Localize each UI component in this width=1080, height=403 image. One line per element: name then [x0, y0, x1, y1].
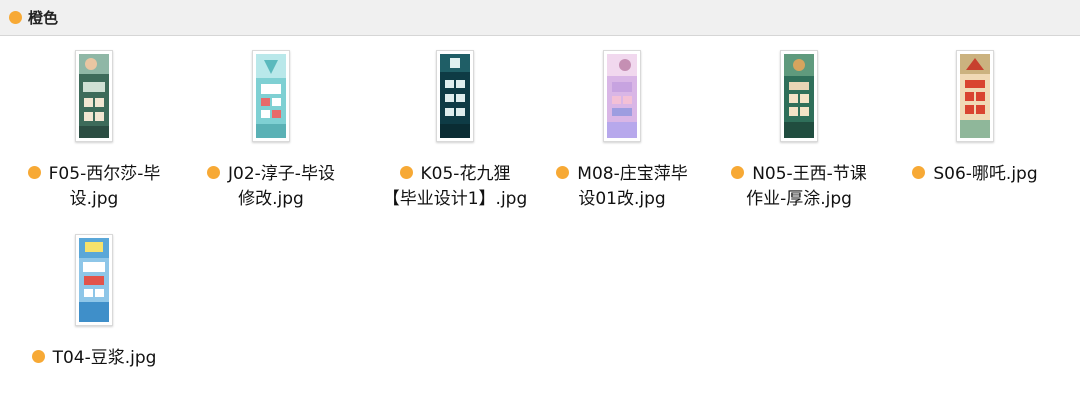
image-thumbnail[interactable]: [75, 50, 113, 142]
image-thumbnail[interactable]: [603, 50, 641, 142]
file-name[interactable]: N05-王西-节课 作业-厚涂.jpg: [711, 162, 887, 212]
image-thumbnail[interactable]: [252, 50, 290, 142]
orange-tag-dot-icon: [556, 166, 570, 179]
image-thumbnail[interactable]: [75, 234, 113, 326]
file-item[interactable]: K05-花九狸 【毕业设计1】.jpg: [367, 36, 543, 212]
image-thumbnail[interactable]: [780, 50, 818, 142]
file-item[interactable]: F05-西尔莎-毕 设.jpg: [6, 36, 182, 212]
orange-tag-dot-icon: [399, 166, 413, 179]
orange-tag-dot-icon: [9, 11, 22, 24]
file-name[interactable]: F05-西尔莎-毕 设.jpg: [6, 162, 182, 212]
file-item[interactable]: J02-淳子-毕设 修改.jpg: [183, 36, 359, 212]
file-name[interactable]: K05-花九狸 【毕业设计1】.jpg: [367, 162, 543, 212]
image-thumbnail[interactable]: [436, 50, 474, 142]
tag-title: 橙色: [28, 9, 59, 27]
file-item[interactable]: M08-庄宝萍毕 设01改.jpg: [534, 36, 710, 212]
file-item[interactable]: S06-哪吒.jpg: [887, 36, 1063, 187]
orange-tag-dot-icon: [912, 166, 926, 179]
file-item[interactable]: T04-豆浆.jpg: [6, 220, 182, 371]
orange-tag-dot-icon: [27, 166, 41, 179]
file-grid: F05-西尔莎-毕 设.jpg J02-淳子-毕设 修改.jpg K05-花九狸…: [0, 36, 1080, 403]
file-name[interactable]: T04-豆浆.jpg: [6, 346, 182, 371]
file-item[interactable]: N05-王西-节课 作业-厚涂.jpg: [711, 36, 887, 212]
tag-header: 橙色: [0, 0, 1080, 36]
orange-tag-dot-icon: [31, 350, 45, 363]
orange-tag-dot-icon: [731, 166, 745, 179]
file-name[interactable]: J02-淳子-毕设 修改.jpg: [183, 162, 359, 212]
file-name[interactable]: S06-哪吒.jpg: [887, 162, 1063, 187]
orange-tag-dot-icon: [207, 166, 221, 179]
image-thumbnail[interactable]: [956, 50, 994, 142]
file-name[interactable]: M08-庄宝萍毕 设01改.jpg: [534, 162, 710, 212]
